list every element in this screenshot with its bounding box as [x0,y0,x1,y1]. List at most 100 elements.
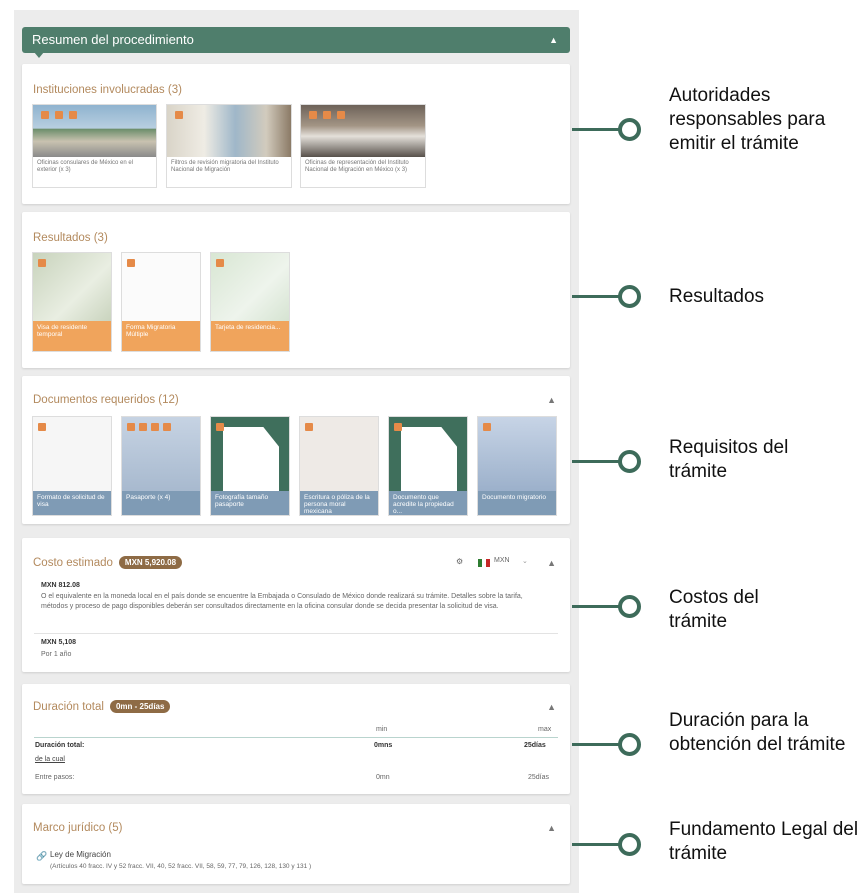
header-title: Resumen del procedimiento [32,32,194,47]
duration-row-label: Duración total: [35,742,85,749]
tag-icon [337,111,345,119]
institution-caption: Oficinas de representación del Instituto… [305,160,409,173]
result-item[interactable]: Forma Migratoria Múltiple [121,252,201,352]
de-la-cual-link[interactable]: de la cual [35,756,65,763]
annotation-ring-icon [618,450,641,473]
annotation-label: Duración para la obtención del trámite [669,710,846,755]
document-caption: Escritura o póliza de la persona moral m… [300,491,378,515]
duracion-card: Duración total 0mn - 25días ▲ min max Dur… [22,684,570,794]
chevron-up-icon[interactable]: ▲ [547,702,556,712]
annotation-label: Resultados [669,286,765,307]
currency-select[interactable]: MXN [494,557,510,564]
result-item[interactable]: Visa de residente temporal [32,252,112,352]
annotation-label: Fundamento Legal del trámite [669,819,858,864]
costo-title: Costo estimado MXN 5,920.08 [33,556,183,569]
tag-icon [127,259,135,267]
annotation-label: Costos del trámite [669,587,759,632]
document-caption: Pasaporte (x 4) [122,491,200,515]
tag-icon [55,111,63,119]
file-icon [401,427,457,497]
result-caption: Tarjeta de residencia... [211,321,289,351]
costo-card: Costo estimado MXN 5,920.08 ⚙ MXN ⌄ ▲ MXN… [22,538,570,672]
tag-icon [69,111,77,119]
document-item[interactable]: Documento que acredite la propiedad o... [388,416,468,516]
steps-min: 0mn [376,774,390,781]
annotation-ring-icon [618,833,641,856]
document-caption: Documento migratorio [478,491,556,515]
annotation-label: Requisitos del trámite [669,437,789,482]
marco-title: Marco jurídico (5) [33,822,123,834]
settings-icon[interactable]: ⚙ [456,557,463,566]
chevron-up-icon[interactable]: ▲ [547,558,556,568]
tag-icon [139,423,147,431]
col-min-header: min [376,726,388,733]
annotation-connector [572,743,620,746]
annotation-ring-icon [618,733,641,756]
chevron-down-icon[interactable]: ⌄ [522,557,528,565]
tag-icon [394,423,402,431]
tag-icon [38,423,46,431]
col-max-header: max [538,726,552,733]
chevron-up-icon[interactable]: ▲ [547,395,556,405]
cost-amount-1: MXN 812.08 [41,582,80,589]
institution-image [33,105,156,157]
steps-label: Entre pasos: [35,774,75,781]
costo-title-text: Costo estimado [33,557,113,569]
costo-badge: MXN 5,920.08 [118,556,183,569]
tag-icon [175,111,183,119]
institution-item[interactable]: Oficinas de representación del Instituto… [300,104,426,188]
instituciones-title: Instituciones involucradas (3) [33,84,182,96]
document-item[interactable]: Formato de solicitud de visa [32,416,112,516]
tag-icon [323,111,331,119]
duracion-badge: 0mn - 25días [109,700,171,713]
tag-icon [38,259,46,267]
instituciones-card: Instituciones involucradas (3) Oficinas … [22,64,570,204]
annotation-connector [572,843,620,846]
mexico-flag-icon [478,559,490,567]
result-caption: Visa de residente temporal [33,321,111,351]
tag-icon [216,423,224,431]
document-item[interactable]: Pasaporte (x 4) [121,416,201,516]
institution-image [167,105,291,157]
header-notch [34,52,44,58]
institution-item[interactable]: Filtros de revisión migratoria del Insti… [166,104,292,188]
document-caption: Fotografía tamaño pasaporte [211,491,289,515]
law-name[interactable]: Ley de Migración [50,850,111,859]
document-item[interactable]: Fotografía tamaño pasaporte [210,416,290,516]
annotation-label: Autoridades responsables para emitir el … [669,85,826,154]
law-articles: (Artículos 40 fracc. IV y 52 fracc. VII,… [50,863,312,870]
annotation-connector [572,128,620,131]
chevron-up-icon[interactable]: ▲ [547,823,556,833]
duracion-title: Duración total 0mn - 25días [33,700,171,713]
annotation-ring-icon [618,285,641,308]
duracion-title-text: Duración total [33,701,104,713]
procedure-summary-header[interactable]: Resumen del procedimiento ▲ [22,27,570,53]
resultados-card: Resultados (3) Visa de residente tempora… [22,212,570,368]
documentos-title: Documentos requeridos (12) [33,394,179,406]
document-item[interactable]: Documento migratorio [477,416,557,516]
collapse-caret-icon[interactable]: ▲ [549,27,558,53]
tag-icon [127,423,135,431]
link-icon: 🔗 [36,851,48,861]
duration-row-min: 0mns [374,742,393,749]
annotation-ring-icon [618,118,641,141]
cost-description-2: Por 1 año [41,651,72,658]
annotation-connector [572,295,620,298]
institution-item[interactable]: Oficinas consulares de México en el exte… [32,104,157,188]
file-icon [223,427,279,497]
annotation-connector [572,605,620,608]
tag-icon [151,423,159,431]
institution-caption: Filtros de revisión migratoria del Insti… [171,160,279,173]
divider [34,737,558,738]
result-item[interactable]: Tarjeta de residencia... [210,252,290,352]
annotation-ring-icon [618,595,641,618]
documentos-card: Documentos requeridos (12) ▲ Formato de … [22,376,570,524]
document-item[interactable]: Escritura o póliza de la persona moral m… [299,416,379,516]
divider [34,633,558,634]
resultados-title: Resultados (3) [33,232,108,244]
duration-row-max: 25días [524,742,546,749]
tag-icon [305,423,313,431]
cost-amount-2: MXN 5,108 [41,639,77,646]
tag-icon [483,423,491,431]
tag-icon [163,423,171,431]
